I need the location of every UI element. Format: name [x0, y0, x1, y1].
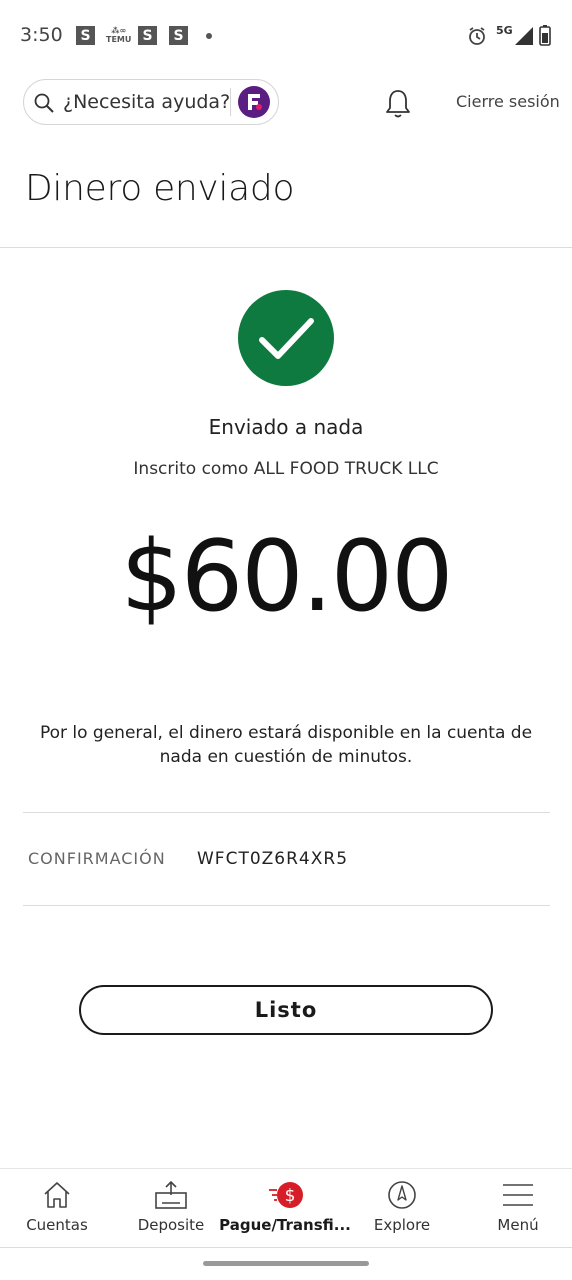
success-check-icon [238, 290, 334, 386]
nav-label: Deposite [137, 1216, 205, 1234]
notification-s-icon: S [76, 26, 95, 45]
status-time: 3:50 [20, 24, 63, 46]
pill-divider [230, 88, 231, 116]
nav-item-cuentas[interactable]: Cuentas [0, 1180, 114, 1234]
more-notifications-dot [206, 33, 212, 39]
amount-sent: $60.00 [120, 520, 454, 634]
gesture-home-bar[interactable] [203, 1261, 369, 1266]
network-type: 5G [496, 24, 513, 37]
nav-bottom-divider [0, 1247, 572, 1248]
notification-s-icon: S [169, 26, 188, 45]
enrolled-as-text: Inscrito como ALL FOOD TRUCK LLC [133, 459, 439, 479]
pay-transfer-icon: $ [269, 1182, 303, 1208]
signal-icon [515, 27, 533, 45]
search-icon [34, 93, 54, 113]
fargo-assistant-icon[interactable] [238, 86, 270, 118]
done-button[interactable]: Listo [79, 985, 493, 1035]
nav-label: Cuentas [26, 1216, 88, 1234]
menu-icon [503, 1184, 533, 1206]
logout-link[interactable]: Cierre sesión [456, 92, 560, 111]
confirmation-label: CONFIRMACIÓN [28, 849, 166, 868]
nav-label: Menú [497, 1216, 539, 1234]
nav-item-pague-transfiera[interactable]: $ Pague/Transfi... [219, 1180, 351, 1234]
nav-item-explore[interactable]: Explore [345, 1180, 459, 1234]
battery-icon [539, 25, 551, 46]
compass-icon [388, 1181, 416, 1209]
nav-label: Explore [373, 1216, 431, 1234]
home-icon [44, 1182, 70, 1208]
svg-text:$: $ [285, 1186, 296, 1206]
header-divider [0, 247, 572, 248]
nav-item-menu[interactable]: Menú [461, 1180, 572, 1234]
search-input[interactable]: ¿Necesita ayuda? [63, 91, 230, 113]
deposit-icon [155, 1180, 187, 1209]
alarm-icon [469, 27, 485, 45]
confirmation-code: WFCT0Z6R4XR5 [197, 849, 349, 869]
bell-icon[interactable] [384, 88, 412, 120]
nav-item-deposite[interactable]: Deposite [114, 1180, 228, 1234]
nav-label: Pague/Transfi... [219, 1216, 351, 1234]
divider [23, 905, 550, 906]
page-title: Dinero enviado [25, 168, 295, 209]
sent-to-text: Enviado a nada [208, 415, 364, 439]
divider [23, 812, 550, 813]
temu-notification-icon: ⁂∞ TEMU [106, 26, 132, 44]
availability-note: Por lo general, el dinero estará disponi… [39, 723, 533, 767]
notification-s-icon: S [138, 26, 157, 45]
